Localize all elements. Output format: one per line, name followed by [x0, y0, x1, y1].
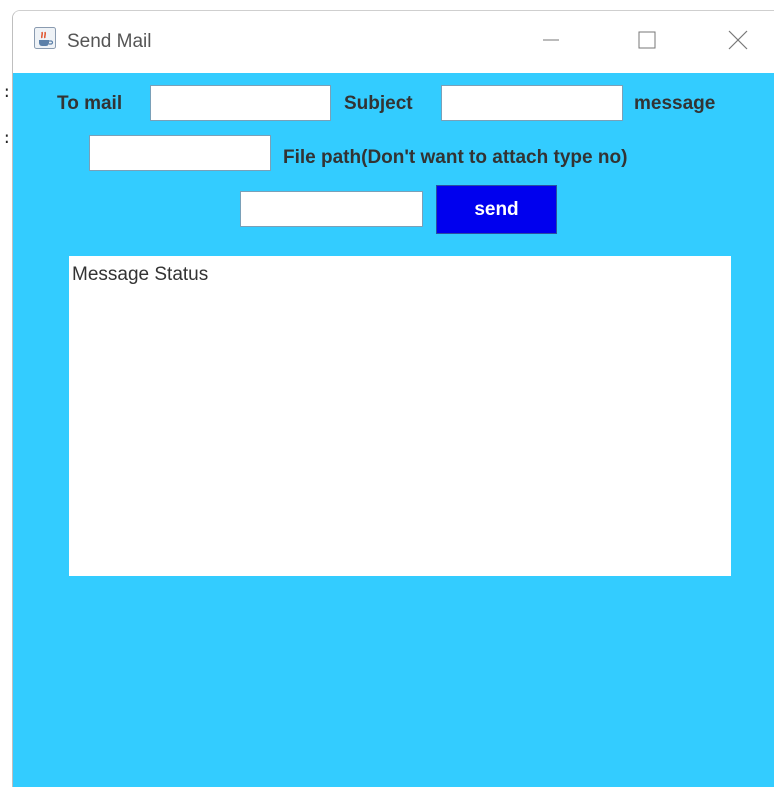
message-status-area[interactable]: Message Status — [69, 256, 731, 576]
minimize-icon[interactable] — [531, 25, 571, 55]
to-mail-input[interactable] — [150, 85, 331, 121]
subject-label: Subject — [344, 93, 413, 114]
message-status-text: Message Status — [72, 264, 209, 285]
form-panel: To mail Subject message File path(Don't … — [13, 73, 774, 787]
message-input[interactable] — [89, 135, 271, 171]
subject-input[interactable] — [441, 85, 623, 121]
file-path-input[interactable] — [240, 191, 423, 227]
close-icon[interactable] — [718, 25, 758, 55]
background-text-fragment: : — [2, 130, 12, 148]
title-bar[interactable]: Send Mail — [13, 11, 774, 73]
java-coffee-icon[interactable] — [34, 27, 56, 49]
send-button[interactable]: send — [436, 185, 557, 234]
message-label: message — [634, 93, 716, 114]
send-mail-window: Send Mail To mail Subject message File p… — [12, 10, 774, 787]
to-mail-label: To mail — [57, 93, 123, 114]
file-path-label: File path(Don't want to attach type no) — [283, 147, 628, 168]
window-title: Send Mail — [67, 31, 152, 52]
background-text-fragment: : — [2, 84, 12, 102]
maximize-icon[interactable] — [627, 25, 667, 55]
